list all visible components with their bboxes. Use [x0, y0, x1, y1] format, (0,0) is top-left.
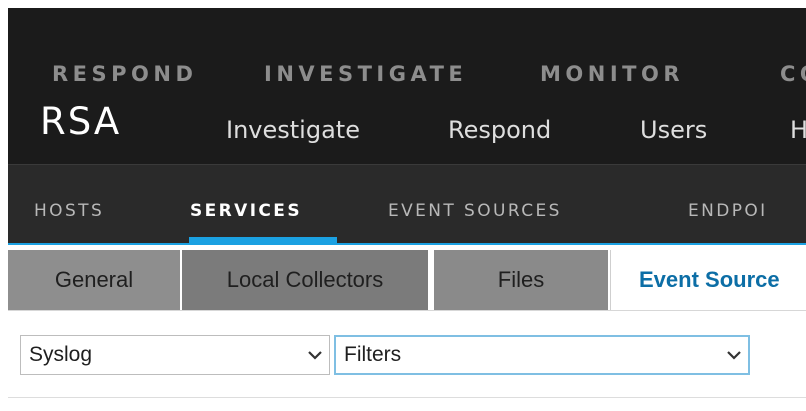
top-menu-item-config[interactable]: CON	[780, 62, 806, 86]
sec-nav-hosts[interactable]: HOSTS	[34, 201, 104, 221]
tab-local-collectors[interactable]: Local Collectors	[182, 250, 428, 310]
sec-nav-services[interactable]: SERVICES	[190, 201, 302, 221]
top-menu-item-respond[interactable]: RESPOND	[52, 62, 197, 86]
top-menu-item-monitor[interactable]: MONITOR	[540, 62, 684, 86]
content-divider	[8, 397, 806, 398]
nav-bottom-border	[8, 243, 806, 245]
filters-select[interactable]: Filters	[334, 335, 750, 375]
tab-files[interactable]: Files	[434, 250, 608, 310]
source-type-select[interactable]: Syslog	[20, 335, 330, 375]
secondary-nav: HOSTS SERVICES EVENT SOURCES ENDPOI	[8, 164, 806, 245]
top-header: RESPOND INVESTIGATE MONITOR CON RSA Inve…	[8, 8, 806, 164]
sec-nav-endpoint[interactable]: ENDPOI	[688, 201, 768, 221]
tabs-row: General Local Collectors Files Event Sou…	[8, 246, 806, 310]
chevron-down-icon	[301, 335, 329, 375]
primary-nav-item-investigate[interactable]: Investigate	[226, 116, 360, 144]
sec-nav-event-sources[interactable]: EVENT SOURCES	[388, 201, 562, 221]
primary-nav-item-h[interactable]: H	[790, 116, 806, 144]
tab-general[interactable]: General	[8, 250, 180, 310]
primary-nav-item-respond[interactable]: Respond	[448, 116, 551, 144]
primary-nav-item-users[interactable]: Users	[640, 116, 707, 144]
source-type-value: Syslog	[29, 343, 93, 366]
tab-event-source[interactable]: Event Source	[610, 250, 806, 310]
chevron-down-icon	[720, 335, 748, 375]
screen: RESPOND INVESTIGATE MONITOR CON RSA Inve…	[0, 0, 806, 411]
filters-value: Filters	[344, 343, 402, 366]
top-menu-item-investigate[interactable]: INVESTIGATE	[264, 62, 467, 86]
rsa-logo[interactable]: RSA	[40, 100, 121, 143]
content-area: Syslog Filters	[8, 310, 806, 411]
